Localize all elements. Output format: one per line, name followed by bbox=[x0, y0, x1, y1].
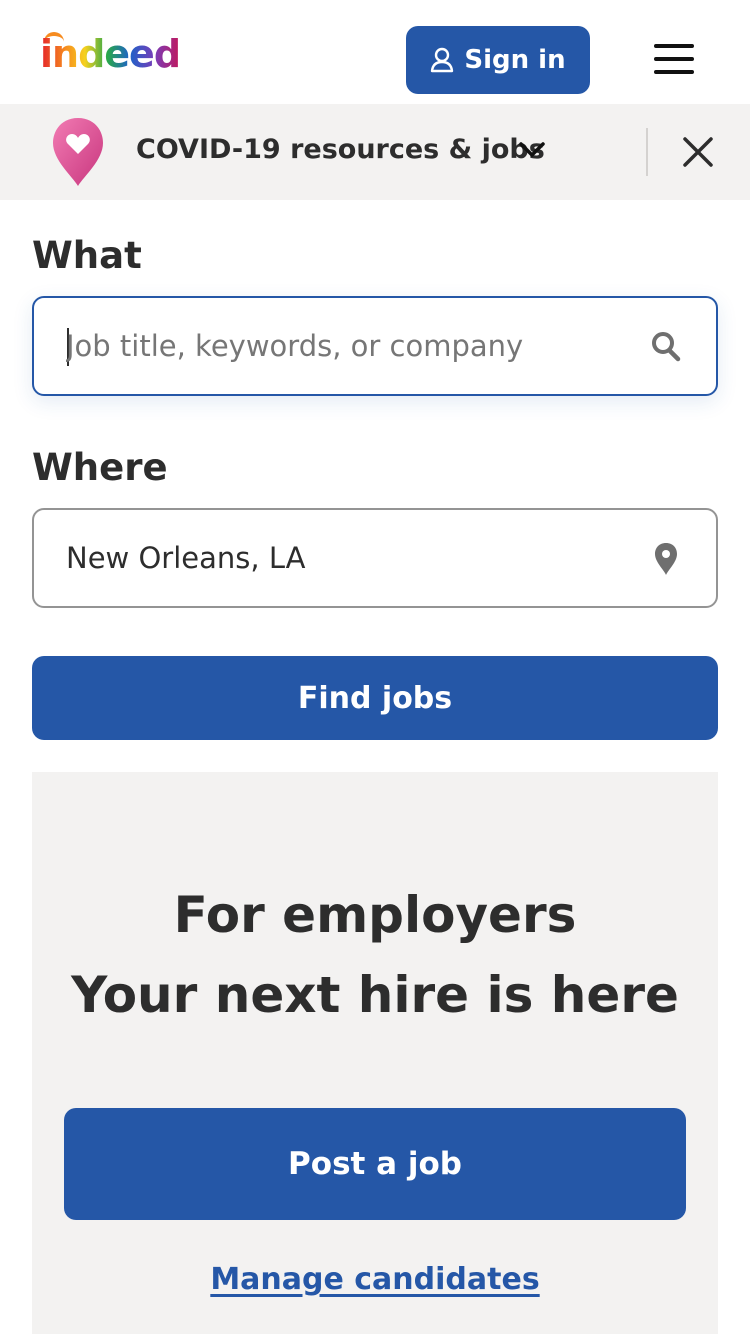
post-a-job-label: Post a job bbox=[288, 1146, 462, 1182]
where-input[interactable] bbox=[66, 510, 646, 606]
what-input[interactable] bbox=[66, 298, 646, 394]
employers-section: For employers Your next hire is here Pos… bbox=[32, 772, 718, 1334]
close-icon[interactable] bbox=[680, 134, 716, 170]
search-icon[interactable] bbox=[650, 330, 682, 364]
logo-text: indeed bbox=[40, 32, 181, 76]
indeed-logo[interactable]: indeed bbox=[38, 30, 198, 76]
sign-in-button[interactable]: Sign in bbox=[406, 26, 590, 94]
banner-divider bbox=[646, 128, 648, 176]
covid-banner-text[interactable]: COVID-19 resources & jobs bbox=[136, 134, 545, 165]
employers-title: For employers bbox=[173, 886, 577, 944]
covid-banner: COVID-19 resources & jobs bbox=[0, 104, 750, 200]
sign-in-label: Sign in bbox=[464, 45, 566, 75]
find-jobs-button[interactable]: Find jobs bbox=[32, 656, 718, 740]
what-field[interactable] bbox=[32, 296, 718, 396]
employers-subtitle: Your next hire is here bbox=[71, 966, 679, 1024]
location-pin-icon[interactable] bbox=[650, 542, 682, 576]
header: indeed Sign in bbox=[0, 0, 750, 104]
where-field[interactable] bbox=[32, 508, 718, 608]
post-a-job-button[interactable]: Post a job bbox=[64, 1108, 686, 1220]
manage-candidates-link[interactable]: Manage candidates bbox=[32, 1262, 718, 1297]
what-label: What bbox=[32, 234, 142, 277]
menu-icon[interactable] bbox=[654, 44, 694, 74]
user-icon bbox=[431, 47, 454, 73]
find-jobs-label: Find jobs bbox=[297, 680, 453, 716]
where-label: Where bbox=[32, 446, 168, 489]
heart-pin-icon bbox=[53, 118, 103, 186]
chevron-down-icon[interactable] bbox=[518, 140, 546, 160]
